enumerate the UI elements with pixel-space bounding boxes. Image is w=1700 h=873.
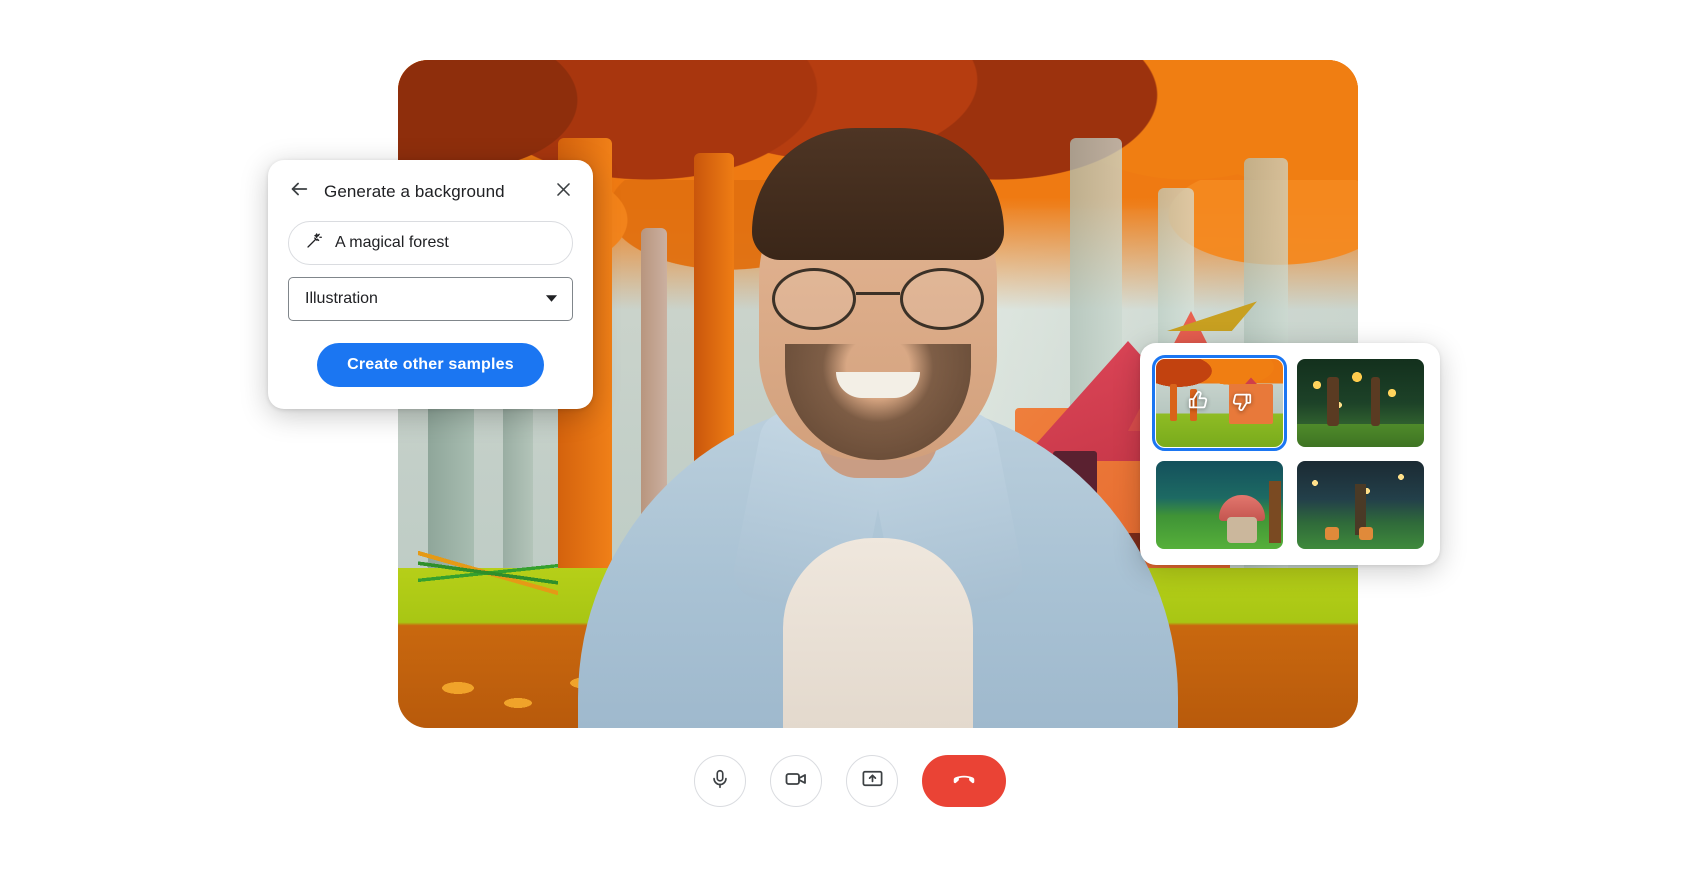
participant-glasses: [772, 268, 984, 330]
style-select[interactable]: Illustration: [288, 277, 573, 321]
sample-rating-overlay: [1156, 359, 1283, 447]
sample-thumbnail-2[interactable]: [1297, 359, 1424, 447]
chevron-down-icon: [545, 290, 558, 308]
prompt-input[interactable]: A magical forest: [288, 221, 573, 265]
present-button[interactable]: [846, 755, 898, 807]
panel-actions: Create other samples: [288, 343, 573, 387]
microphone-button[interactable]: [694, 755, 746, 807]
close-icon[interactable]: [554, 180, 573, 204]
sample-thumbnail-art: [1156, 461, 1283, 549]
thumbs-up-icon[interactable]: [1187, 390, 1209, 417]
create-other-samples-button[interactable]: Create other samples: [317, 343, 544, 387]
background-grass: [418, 538, 558, 608]
prompt-value: A magical forest: [335, 234, 449, 251]
participant-figure: [568, 128, 1188, 728]
background-samples-panel: [1140, 343, 1440, 565]
sample-thumbnail-art: [1297, 461, 1424, 549]
sample-thumbnail-1[interactable]: [1152, 355, 1287, 451]
present-screen-icon: [861, 767, 884, 795]
back-arrow-icon[interactable]: [288, 178, 310, 205]
microphone-icon: [709, 768, 731, 795]
hangup-button[interactable]: [922, 755, 1006, 807]
camera-button[interactable]: [770, 755, 822, 807]
style-select-value: Illustration: [305, 290, 378, 307]
thumbs-down-icon[interactable]: [1231, 390, 1253, 417]
magic-wand-icon: [305, 232, 323, 255]
sample-thumbnail-4[interactable]: [1297, 461, 1424, 549]
panel-header: Generate a background: [288, 178, 573, 205]
call-control-bar: [0, 755, 1700, 807]
phone-hangup-icon: [950, 765, 978, 798]
generate-background-panel: Generate a background A magical forest I…: [268, 160, 593, 409]
sample-thumbnail-3[interactable]: [1156, 461, 1283, 549]
screen-root: Generate a background A magical forest I…: [0, 0, 1700, 873]
page-title: Generate a background: [324, 181, 505, 201]
sample-thumbnail-art: [1297, 359, 1424, 447]
video-camera-icon: [784, 767, 808, 796]
